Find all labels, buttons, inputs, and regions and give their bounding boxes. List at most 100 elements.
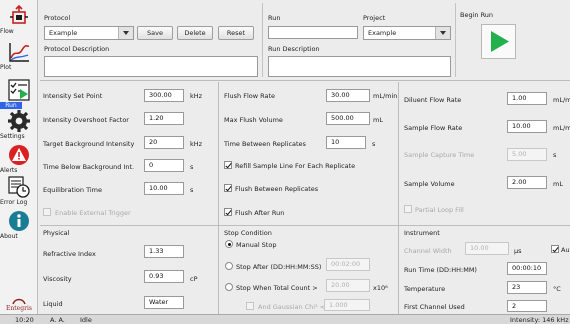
divider bbox=[455, 3, 456, 77]
time-below-background-input[interactable]: 0 bbox=[144, 159, 184, 172]
stop-condition-title: Stop Condition bbox=[224, 229, 272, 237]
physical-section-title: Physical bbox=[43, 229, 70, 237]
project-label: Project bbox=[363, 14, 386, 22]
target-background-label: Target Background Intensity bbox=[43, 140, 135, 148]
protocol-description-input[interactable] bbox=[44, 56, 258, 77]
sample-volume-input[interactable]: 2.00 bbox=[507, 176, 547, 189]
status-time: 10:20 bbox=[15, 316, 34, 324]
chevron-down-icon bbox=[435, 27, 450, 39]
nav-item-plot[interactable]: Plot bbox=[0, 41, 38, 71]
instrument-section-title: Instrument bbox=[404, 229, 440, 237]
error-log-icon bbox=[8, 176, 30, 198]
flush-between-replicates-label: Flush Between Replicates bbox=[235, 185, 319, 193]
channel-width-label: Channel Width bbox=[404, 247, 452, 255]
time-between-replicates-input[interactable]: 10 bbox=[326, 136, 366, 149]
divider bbox=[262, 3, 263, 77]
divider bbox=[40, 225, 570, 226]
divider bbox=[218, 82, 219, 225]
sample-capture-time-label: Sample Capture Time bbox=[404, 151, 475, 159]
status-user: A. A. bbox=[50, 316, 65, 324]
divider bbox=[398, 82, 399, 225]
equilibration-time-label: Equilibration Time bbox=[43, 186, 102, 194]
stop-count-radio[interactable] bbox=[225, 283, 233, 291]
sample-flow-rate-input[interactable]: 10.00 bbox=[507, 120, 547, 133]
begin-run-label: Begin Run bbox=[460, 11, 494, 19]
diluent-flow-rate-unit: mL/min bbox=[553, 96, 570, 104]
max-flush-volume-input[interactable]: 500.00 bbox=[326, 112, 370, 125]
diluent-flow-rate-input[interactable]: 1.00 bbox=[507, 92, 547, 105]
diluent-flow-rate-label: Diluent Flow Rate bbox=[404, 96, 462, 104]
status-bar: 10:20 A. A. Idle Intensity: 146 kHz bbox=[0, 314, 570, 324]
stop-after-input[interactable]: 00:02:00 bbox=[326, 258, 370, 271]
info-icon bbox=[9, 211, 29, 231]
manual-stop-label: Manual Stop bbox=[236, 241, 277, 249]
nav-label-error-log: Error Log bbox=[0, 199, 28, 206]
status-state: Idle bbox=[80, 316, 92, 324]
nav-item-run[interactable]: Run bbox=[0, 79, 38, 109]
external-trigger-checkbox[interactable] bbox=[43, 208, 51, 216]
intensity-overshoot-label: Intensity Overshoot Factor bbox=[43, 116, 129, 124]
flow-icon bbox=[10, 4, 28, 24]
save-button[interactable]: Save bbox=[137, 26, 173, 40]
nav-item-about[interactable]: About bbox=[0, 210, 38, 240]
run-description-input[interactable] bbox=[268, 56, 451, 77]
target-background-unit: kHz bbox=[190, 140, 203, 148]
stop-after-radio[interactable] bbox=[225, 262, 233, 270]
nav-label-settings: Settings bbox=[0, 133, 25, 140]
viscosity-label: Viscosity bbox=[43, 275, 72, 283]
gaussian-chi-checkbox[interactable] bbox=[246, 302, 254, 310]
equilibration-time-unit: s bbox=[190, 186, 194, 194]
sample-capture-time-input[interactable]: 5.00 bbox=[507, 148, 547, 161]
chevron-down-icon bbox=[118, 27, 133, 39]
stop-after-label: Stop After (DD:HH:MM:SS) bbox=[236, 263, 322, 271]
temperature-input[interactable]: 23 bbox=[507, 281, 547, 294]
sample-flow-rate-unit: mL/min bbox=[553, 124, 570, 132]
viscosity-input[interactable]: 0.93 bbox=[144, 270, 184, 283]
run-time-label: Run Time (DD:HH:MM) bbox=[404, 266, 477, 274]
nav-item-error-log[interactable]: Error Log bbox=[0, 176, 38, 206]
channel-width-auto-checkbox[interactable] bbox=[551, 245, 559, 253]
temperature-label: Temperature bbox=[404, 285, 446, 293]
flush-between-replicates-checkbox[interactable] bbox=[224, 184, 232, 192]
project-select[interactable]: Example bbox=[363, 26, 451, 40]
nav-item-alerts[interactable]: Alerts bbox=[0, 144, 38, 174]
max-flush-volume-label: Max Flush Volume bbox=[224, 116, 283, 124]
channel-width-unit: µs bbox=[514, 247, 522, 255]
intensity-set-point-unit: kHz bbox=[190, 92, 203, 100]
target-background-input[interactable]: 20 bbox=[144, 136, 184, 149]
delete-button[interactable]: Delete bbox=[177, 26, 213, 40]
intensity-overshoot-input[interactable]: 1.20 bbox=[144, 112, 184, 125]
logo-text: Entegris bbox=[6, 305, 32, 312]
temperature-unit: °C bbox=[553, 285, 561, 293]
divider bbox=[218, 226, 219, 314]
channel-width-input[interactable]: 10.00 bbox=[465, 242, 509, 255]
nav-label-alerts: Alerts bbox=[0, 167, 18, 174]
protocol-select[interactable]: Example bbox=[44, 26, 134, 40]
run-time-input[interactable]: 00:00:10 bbox=[507, 262, 547, 275]
reset-button[interactable]: Reset bbox=[218, 26, 254, 40]
manual-stop-radio[interactable] bbox=[225, 240, 233, 248]
equilibration-time-input[interactable]: 10.00 bbox=[144, 182, 184, 195]
run-label: Run bbox=[268, 14, 281, 22]
intensity-set-point-input[interactable]: 300.00 bbox=[144, 89, 184, 102]
first-channel-input[interactable]: 2 bbox=[507, 300, 547, 312]
sample-volume-unit: mL bbox=[553, 180, 563, 188]
flush-flow-rate-input[interactable]: 30.00 bbox=[326, 89, 370, 102]
nav-item-settings[interactable]: Settings bbox=[0, 110, 38, 140]
liquid-input[interactable]: Water bbox=[144, 296, 184, 309]
gaussian-chi-label: And Gaussian Chi² < bbox=[258, 303, 326, 311]
divider bbox=[398, 226, 399, 314]
gaussian-chi-input[interactable]: 1.000 bbox=[324, 299, 370, 311]
flush-after-run-checkbox[interactable] bbox=[224, 208, 232, 216]
liquid-label: Liquid bbox=[43, 300, 63, 308]
begin-run-button[interactable] bbox=[481, 24, 516, 59]
refractive-index-input[interactable]: 1.33 bbox=[144, 245, 184, 258]
partial-loop-fill-checkbox[interactable] bbox=[404, 205, 412, 213]
nav-item-flow[interactable]: Flow bbox=[0, 3, 38, 35]
run-name-input[interactable] bbox=[268, 26, 358, 39]
stop-count-input[interactable]: 20.00 bbox=[326, 279, 370, 292]
refill-sample-line-checkbox[interactable] bbox=[224, 161, 232, 169]
flush-after-run-label: Flush After Run bbox=[235, 209, 285, 217]
protocol-select-value: Example bbox=[49, 29, 78, 37]
alert-icon bbox=[9, 145, 29, 165]
